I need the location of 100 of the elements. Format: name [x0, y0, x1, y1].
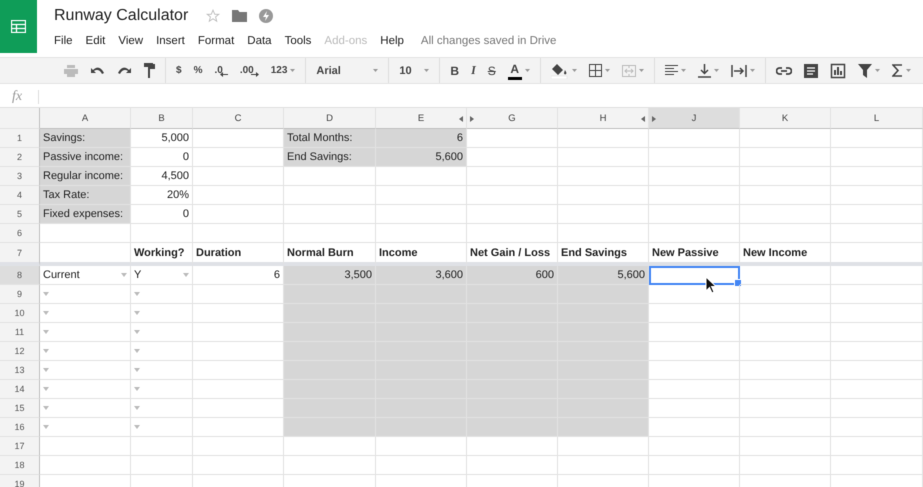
- table-cell[interactable]: [649, 380, 740, 399]
- dropdown-arrow-icon[interactable]: [43, 425, 49, 429]
- dropdown-arrow-icon[interactable]: [134, 292, 140, 296]
- table-cell[interactable]: [831, 129, 923, 148]
- table-cell[interactable]: [740, 224, 831, 243]
- table-cell[interactable]: [284, 167, 376, 186]
- table-cell[interactable]: 3,500: [284, 266, 376, 285]
- table-cell[interactable]: [740, 167, 831, 186]
- table-cell[interactable]: [740, 342, 831, 361]
- table-cell[interactable]: [740, 186, 831, 205]
- menu-item[interactable]: Tools: [284, 35, 312, 47]
- dropdown-arrow-icon[interactable]: [43, 330, 49, 334]
- table-cell[interactable]: [40, 399, 131, 418]
- table-cell[interactable]: [193, 186, 284, 205]
- table-cell[interactable]: [831, 148, 923, 167]
- dropdown-arrow-icon[interactable]: [43, 349, 49, 353]
- table-cell[interactable]: [40, 418, 131, 437]
- paint-format-icon[interactable]: [144, 63, 155, 78]
- font-select[interactable]: Arial: [316, 64, 378, 76]
- table-cell[interactable]: [376, 186, 467, 205]
- borders-icon[interactable]: [588, 64, 602, 77]
- table-cell[interactable]: [193, 437, 284, 456]
- fill-handle[interactable]: [734, 279, 742, 287]
- table-cell[interactable]: [40, 342, 131, 361]
- row-header[interactable]: 10: [0, 304, 40, 323]
- table-cell[interactable]: [284, 342, 376, 361]
- filter-icon[interactable]: [858, 64, 872, 78]
- table-cell[interactable]: [649, 456, 740, 475]
- table-cell[interactable]: [193, 167, 284, 186]
- row-header[interactable]: 13: [0, 361, 40, 380]
- table-cell[interactable]: [284, 399, 376, 418]
- table-cell[interactable]: [831, 224, 923, 243]
- dropdown-arrow-icon[interactable]: [134, 311, 140, 315]
- dropdown-arrow-icon[interactable]: [183, 273, 189, 277]
- table-cell[interactable]: [131, 361, 193, 380]
- table-cell[interactable]: [558, 437, 649, 456]
- table-cell[interactable]: 6: [376, 129, 467, 148]
- row-header[interactable]: 3: [0, 167, 40, 186]
- column-heading[interactable]: New Income: [740, 243, 831, 266]
- table-cell[interactable]: 3,600: [376, 266, 467, 285]
- row-header[interactable]: 14: [0, 380, 40, 399]
- row-header[interactable]: 16: [0, 418, 40, 437]
- table-cell[interactable]: [131, 456, 193, 475]
- table-cell[interactable]: [131, 399, 193, 418]
- dropdown-arrow-icon[interactable]: [43, 311, 49, 315]
- table-cell[interactable]: [284, 437, 376, 456]
- column-header[interactable]: J: [649, 108, 740, 129]
- dropdown-arrow-icon[interactable]: [43, 292, 49, 296]
- table-cell[interactable]: [284, 418, 376, 437]
- table-cell[interactable]: [131, 323, 193, 342]
- table-cell[interactable]: [831, 266, 923, 285]
- table-cell[interactable]: [740, 129, 831, 148]
- table-cell[interactable]: [284, 186, 376, 205]
- table-cell[interactable]: [467, 148, 558, 167]
- table-cell[interactable]: [558, 224, 649, 243]
- row-header[interactable]: 2: [0, 148, 40, 167]
- table-cell[interactable]: 5,600: [376, 148, 467, 167]
- fill-color-icon[interactable]: [550, 62, 569, 78]
- table-cell[interactable]: [467, 456, 558, 475]
- row-header[interactable]: 9: [0, 285, 40, 304]
- bolt-icon[interactable]: [259, 9, 274, 23]
- format-button[interactable]: $: [176, 65, 182, 76]
- table-cell[interactable]: [193, 205, 284, 224]
- table-cell[interactable]: [831, 437, 923, 456]
- table-cell[interactable]: [131, 224, 193, 243]
- table-cell[interactable]: [558, 285, 649, 304]
- dropdown-arrow-icon[interactable]: [134, 387, 140, 391]
- menu-item[interactable]: Format: [198, 35, 234, 47]
- dropdown-arrow-icon[interactable]: [134, 330, 140, 334]
- table-cell[interactable]: [558, 361, 649, 380]
- table-cell[interactable]: 5,000: [131, 129, 193, 148]
- table-cell[interactable]: [467, 205, 558, 224]
- table-cell[interactable]: Savings:: [40, 129, 131, 148]
- table-cell[interactable]: [740, 304, 831, 323]
- sum-icon[interactable]: [892, 64, 903, 77]
- expand-arrow-icon[interactable]: [459, 116, 463, 122]
- table-cell[interactable]: [649, 224, 740, 243]
- table-cell[interactable]: [558, 129, 649, 148]
- table-cell[interactable]: [284, 456, 376, 475]
- table-cell[interactable]: [740, 437, 831, 456]
- table-cell[interactable]: [831, 361, 923, 380]
- table-cell[interactable]: [40, 456, 131, 475]
- table-cell[interactable]: [467, 224, 558, 243]
- table-cell[interactable]: [558, 456, 649, 475]
- dropdown-arrow-icon[interactable]: [43, 368, 49, 372]
- menu-item[interactable]: Help: [380, 35, 404, 47]
- text-color-button[interactable]: A: [508, 62, 530, 80]
- menu-item[interactable]: File: [54, 35, 73, 47]
- table-cell[interactable]: [558, 304, 649, 323]
- column-header[interactable]: C: [193, 108, 284, 129]
- table-cell[interactable]: [740, 380, 831, 399]
- table-cell[interactable]: Passive income:: [40, 148, 131, 167]
- table-cell[interactable]: [40, 304, 131, 323]
- table-cell[interactable]: [558, 380, 649, 399]
- table-cell[interactable]: [831, 285, 923, 304]
- table-cell[interactable]: [467, 129, 558, 148]
- redo-icon[interactable]: [117, 66, 132, 76]
- table-cell[interactable]: [558, 323, 649, 342]
- table-cell[interactable]: [284, 224, 376, 243]
- table-cell[interactable]: [831, 323, 923, 342]
